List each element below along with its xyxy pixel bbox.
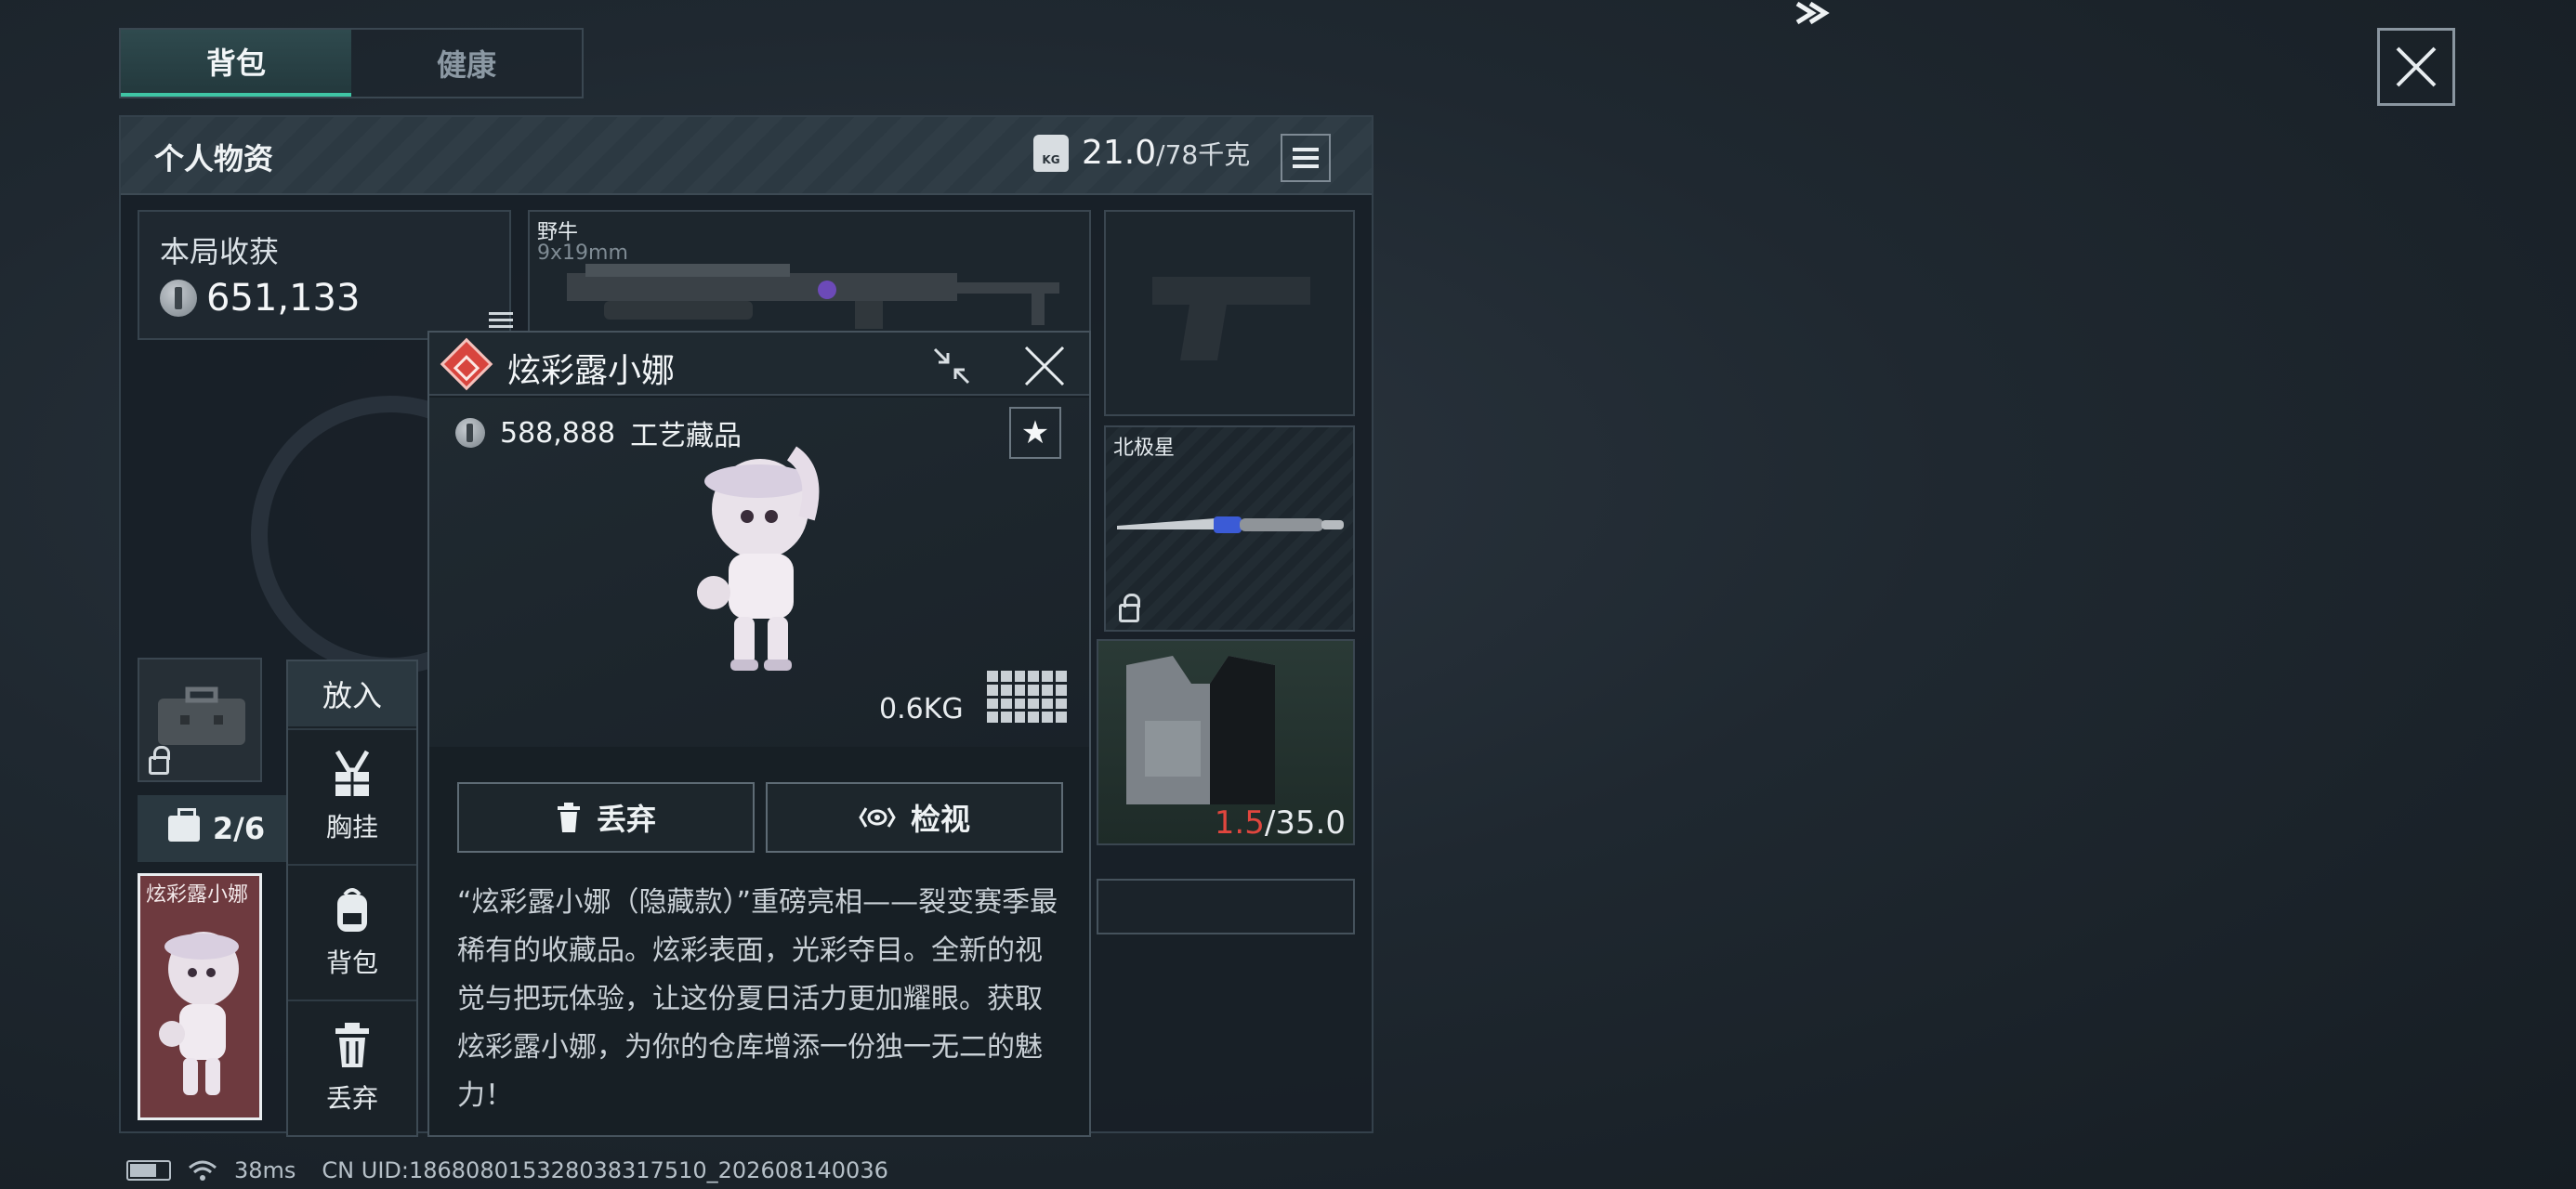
chevron-icon [1795,1,1830,25]
secure-case-slot[interactable] [138,658,262,782]
knife-image [1117,516,1344,533]
weight-max: /78千克 [1156,138,1251,170]
armor-durability: 1.5/35.0 [1214,804,1346,842]
melee-slot[interactable]: 北极星 [1104,425,1355,632]
trash-icon [557,803,580,832]
collectible-item-label: 炫彩露小娜 [146,883,249,907]
drop-button[interactable]: 丢弃 [457,782,755,853]
match-haul-box: 本局收获 651,133 [138,210,513,340]
close-icon[interactable] [1022,344,1067,388]
carry-weight: KG 21.0 /78千克 [1033,134,1250,172]
item-weight: 0.6KG [879,693,964,725]
item-price-row: 588,888 工艺藏品 [455,412,742,453]
haul-detail-button[interactable] [489,312,513,333]
inspect-button[interactable]: 检视 [766,782,1063,853]
discard-action[interactable]: 丢弃 [288,1000,416,1135]
melee-name: 北极星 [1113,437,1176,460]
figurine-thumbnail [159,932,239,1095]
status-bar: 38ms CN UID:1868080153280383175​10_20260… [126,1157,888,1183]
collapse-icon[interactable] [931,346,972,386]
toolbox-icon [167,808,200,842]
weight-current: 21.0 [1082,134,1157,172]
pocket-header[interactable]: 2/6 [138,795,296,862]
item-title: 炫彩露小娜 [507,352,676,390]
empty-slot-bar[interactable] [1097,879,1355,934]
move-to-menu: 放入 胸挂 背包 丢弃 [286,660,418,1137]
backpack-icon [337,888,367,932]
sidearm-slot[interactable] [1104,210,1355,416]
haul-value: 651,133 [160,277,360,320]
pistol-silhouette [1152,277,1310,360]
weight-icon: KG [1033,134,1069,172]
move-to-header: 放入 [288,661,416,726]
collectible-item-slot[interactable]: 炫彩露小娜 [138,873,262,1120]
detail-header: 炫彩露小娜 [429,333,1089,396]
panel-title: 个人物资 [154,141,274,176]
list-icon [1293,148,1319,151]
chest-rig-label: 胸挂 [325,812,378,843]
coin-icon [455,418,485,448]
secure-case-icon [158,686,245,745]
inspect-eye-icon [859,807,896,828]
lock-icon [1119,594,1140,622]
close-button[interactable] [2377,28,2455,106]
move-to-chest-rig[interactable]: 胸挂 [288,728,416,864]
favorite-star-button[interactable]: ★ [1009,407,1061,459]
item-description: “炫彩露小娜（隐藏款）”重磅亮相——裂变赛季最稀有的收藏品。炫彩表面，光彩夺目。… [457,886,1058,1112]
armor-slot[interactable]: 1.5/35.0 [1097,639,1355,845]
panel-header: 个人物资 KG 21.0 /78千克 [121,117,1372,195]
item-detail-popup: 炫彩露小娜 588,888 工艺藏品 ★ 0.6KG 丢弃 检视 “炫彩露小娜（… [427,331,1091,1137]
rarity-diamond-icon [440,337,493,391]
discard-label: 丢弃 [325,1083,378,1114]
pocket-count: 2/6 [212,811,266,846]
coin-icon [160,280,197,317]
tab-backpack[interactable]: 背包 [121,30,351,97]
chest-rig-icon [335,750,370,796]
rifle-image [567,264,1059,329]
player-uid: CN UID:1868080153280383175​10_2026081400… [322,1157,888,1183]
battery-icon [126,1160,171,1181]
tab-health[interactable]: 健康 [351,30,582,97]
item-size-grid-icon [987,671,1067,723]
item-category: 工艺藏品 [630,420,743,452]
haul-label: 本局收获 [160,234,280,269]
figurine-image [697,446,820,671]
trash-icon [335,1023,369,1067]
primary-weapon-slot[interactable]: 野牛 9x19mm [528,210,1091,347]
wifi-icon [189,1160,217,1181]
backpack-label: 背包 [325,947,378,978]
lock-icon [149,746,170,775]
ping-value: 38ms [234,1157,296,1183]
item-price: 588,888 [500,416,616,450]
top-tabs: 背包 健康 [119,28,584,98]
close-icon [2396,46,2437,87]
sort-list-button[interactable] [1281,134,1331,182]
move-to-backpack[interactable]: 背包 [288,864,416,1000]
armor-vest-image [1126,656,1275,804]
